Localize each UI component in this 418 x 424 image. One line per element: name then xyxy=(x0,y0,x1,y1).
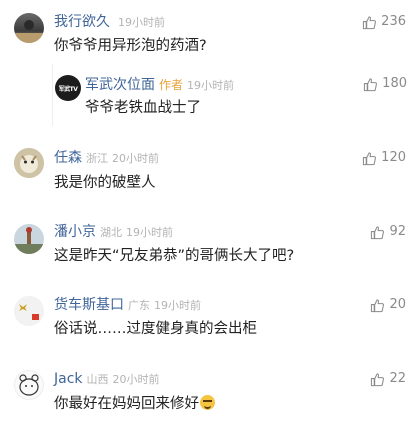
like-count: 92 xyxy=(389,224,406,239)
comment-location: 山西 xyxy=(86,373,109,386)
comment-text: 你爷爷用异形泡的药酒? xyxy=(54,38,207,54)
like-count: 236 xyxy=(381,14,406,29)
comment-item: 我行欲久 19小时前 你爷爷用异形泡的药酒? 236 军武TV 军武次位面 作者 19… xyxy=(0,0,418,140)
comment-item: 任森 浙江 20小时前 我是你的破壁人 120 xyxy=(0,140,418,220)
grinning-emoji-icon xyxy=(200,395,215,410)
reply-time: 19小时前 xyxy=(187,79,235,92)
username[interactable]: 我行欲久 19小时前 xyxy=(54,13,165,32)
avatar-image-icon xyxy=(14,20,44,43)
user-avatar[interactable] xyxy=(14,296,44,326)
thumbs-up-icon xyxy=(363,15,377,29)
like-count: 120 xyxy=(381,150,406,165)
avatar-image-icon xyxy=(14,224,44,254)
comment-location: 浙江 xyxy=(86,152,108,165)
username-text[interactable]: 货车斯基口 xyxy=(54,297,124,313)
comment-item: Jack 山西 20小时前 你最好在妈妈回来修好 22 xyxy=(0,364,418,424)
avatar-image-icon xyxy=(14,296,44,326)
username[interactable]: 任森 浙江 20小时前 xyxy=(54,149,159,168)
author-logo: 军武TV xyxy=(58,85,78,93)
like-button[interactable]: 22 xyxy=(370,371,406,387)
thumbs-up-icon xyxy=(364,77,378,91)
like-button[interactable]: 20 xyxy=(370,297,406,313)
author-avatar[interactable]: 军武TV xyxy=(55,75,81,101)
thumbs-up-icon xyxy=(363,151,377,165)
like-button[interactable]: 120 xyxy=(362,150,406,166)
comment-text: 我是你的破壁人 xyxy=(54,175,156,191)
username-text[interactable]: 我行欲久 xyxy=(54,14,110,30)
comment-time: 19小时前 xyxy=(126,226,173,239)
username-text[interactable]: 任森 xyxy=(54,150,82,166)
user-avatar[interactable] xyxy=(14,370,44,400)
comment-time: 20小时前 xyxy=(112,152,159,165)
like-count: 22 xyxy=(389,371,406,386)
comment-location: 湖北 xyxy=(100,226,122,239)
username-text[interactable]: 潘小京 xyxy=(54,224,96,240)
comment-location: 广东 xyxy=(128,299,150,312)
comment-text: 这是昨天“兄友弟恭”的哥俩长大了吧? xyxy=(54,248,295,264)
user-avatar[interactable] xyxy=(14,13,44,43)
reply-text: 爷爷老铁血战士了 xyxy=(85,100,201,116)
like-button[interactable]: 236 xyxy=(362,14,406,30)
comment-text: 你最好在妈妈回来修好 xyxy=(54,394,215,414)
reply-item: 军武TV 军武次位面 作者 19小时前 爷爷老铁血战士了 180 xyxy=(52,64,418,126)
reply-username[interactable]: 军武次位面 作者 19小时前 xyxy=(85,76,234,95)
username[interactable]: 潘小京 湖北 19小时前 xyxy=(54,223,173,242)
comment-time: 19小时前 xyxy=(118,16,165,29)
reply-username-text[interactable]: 军武次位面 xyxy=(85,77,155,93)
thumbs-up-icon xyxy=(371,372,385,386)
author-badge: 作者 xyxy=(159,78,184,92)
username-text[interactable]: Jack xyxy=(54,371,83,387)
thumbs-up-icon xyxy=(371,298,385,312)
user-avatar[interactable] xyxy=(14,148,44,178)
user-avatar[interactable] xyxy=(14,224,44,254)
like-button[interactable]: 92 xyxy=(370,224,406,240)
comment-time: 20小时前 xyxy=(112,373,160,386)
username[interactable]: 货车斯基口 广东 19小时前 xyxy=(54,296,201,315)
comment-time: 19小时前 xyxy=(154,299,201,312)
avatar-image-icon xyxy=(14,148,44,178)
comment-item: 货车斯基口 广东 19小时前 俗话说……过度健身真的会出柜 20 xyxy=(0,290,418,360)
username[interactable]: Jack 山西 20小时前 xyxy=(54,370,160,389)
comment-text-content: 你最好在妈妈回来修好 xyxy=(54,396,199,412)
like-count: 20 xyxy=(389,297,406,312)
reply-like-button[interactable]: 180 xyxy=(363,76,407,92)
comment-item: 潘小京 湖北 19小时前 这是昨天“兄友弟恭”的哥俩长大了吧? 92 xyxy=(0,216,418,290)
reply-like-count: 180 xyxy=(382,76,407,91)
comment-list: 我行欲久 19小时前 你爷爷用异形泡的药酒? 236 军武TV 军武次位面 作者 19… xyxy=(0,0,418,424)
comment-text: 俗话说……过度健身真的会出柜 xyxy=(54,321,257,337)
thumbs-up-icon xyxy=(371,225,385,239)
avatar-image-icon xyxy=(19,374,39,396)
